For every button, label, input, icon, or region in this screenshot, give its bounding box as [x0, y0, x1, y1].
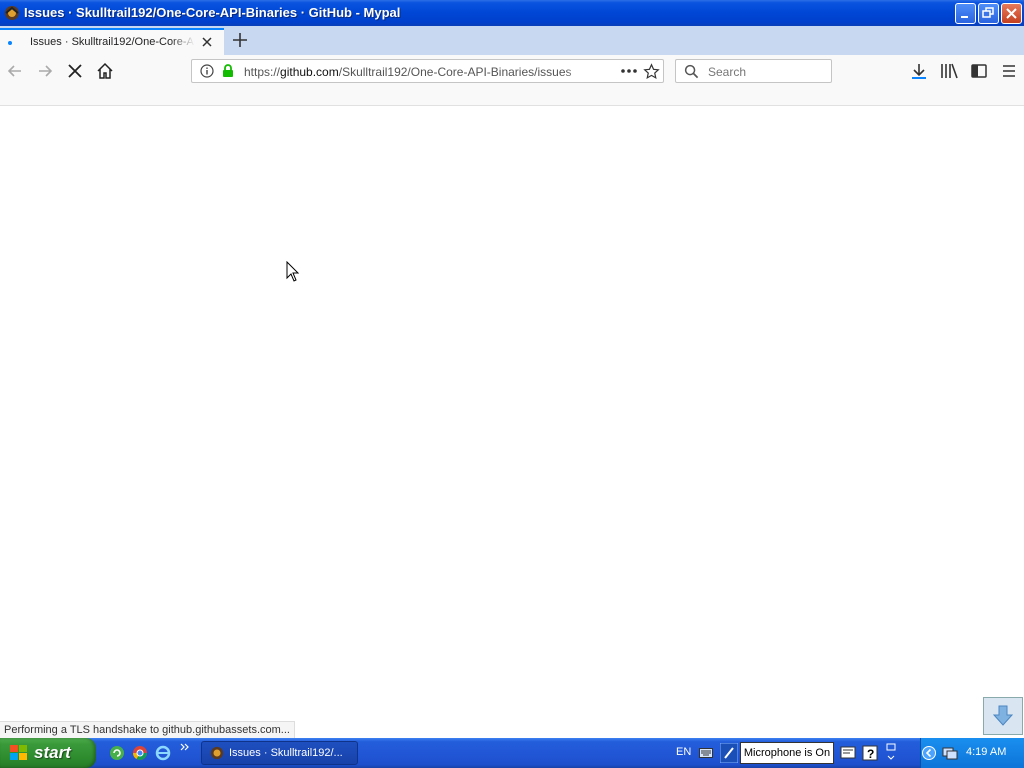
language-indicator[interactable]: EN [676, 746, 691, 758]
url-text[interactable]: https://github.com/Skulltrail192/One-Cor… [244, 65, 592, 79]
microphone-status-tooltip: Microphone is On [740, 742, 834, 764]
help-icon[interactable]: ? [862, 745, 878, 761]
minimize-button[interactable] [955, 3, 976, 24]
svg-text:?: ? [867, 747, 874, 761]
window-title: Issues · Skulltrail192/One-Core-API-Bina… [24, 5, 401, 20]
window-titlebar[interactable]: Issues · Skulltrail192/One-Core-API-Bina… [0, 0, 1024, 26]
taskbar-window-label: Issues · Skulltrail192/... [229, 747, 343, 759]
close-icon [1006, 8, 1017, 19]
url-prefix: https:// [244, 65, 281, 79]
url-path: /Skulltrail192/One-Core-API-Binaries/iss… [338, 65, 572, 79]
keyboard-icon[interactable] [699, 747, 713, 759]
chevron-more-icon[interactable] [180, 742, 190, 752]
menu-icon[interactable] [999, 61, 1019, 81]
stop-icon[interactable] [65, 61, 85, 81]
network-icon[interactable] [942, 745, 958, 761]
status-bar: Performing a TLS handshake to github.git… [0, 721, 295, 739]
arrow-down-icon [992, 705, 1014, 726]
close-window-button[interactable] [1001, 3, 1022, 24]
home-icon[interactable] [95, 61, 115, 81]
page-content[interactable] [0, 106, 1024, 738]
page-actions-icon[interactable] [620, 65, 638, 77]
lock-icon[interactable] [221, 64, 235, 78]
sidebar-icon[interactable] [969, 61, 989, 81]
url-host: github.com [280, 65, 339, 79]
start-button[interactable]: start [0, 738, 96, 768]
back-icon[interactable] [5, 61, 25, 81]
mouse-cursor-icon [286, 261, 300, 282]
bookmark-star-icon[interactable] [643, 63, 660, 80]
clock[interactable]: 4:19 AM [966, 746, 1006, 758]
tab-close-icon[interactable] [200, 35, 214, 49]
mypal-app-icon [210, 746, 224, 760]
url-bar[interactable]: https://github.com/Skulltrail192/One-Cor… [191, 59, 664, 83]
search-icon [684, 64, 699, 79]
language-bar-options-icon[interactable] [884, 742, 898, 762]
forward-icon[interactable] [35, 61, 55, 81]
internet-explorer-icon[interactable] [155, 745, 171, 761]
mypal-app-icon [5, 6, 19, 20]
start-label: start [34, 743, 71, 762]
quicklaunch-refresh-icon[interactable] [109, 745, 125, 761]
speech-tools-icon[interactable] [840, 745, 856, 761]
loading-indicator-icon [8, 41, 12, 45]
taskbar-window-button[interactable]: Issues · Skulltrail192/... [201, 741, 358, 765]
info-icon[interactable] [200, 64, 214, 78]
windows-logo-icon [10, 745, 27, 760]
restore-button[interactable] [978, 3, 999, 24]
library-icon[interactable] [939, 61, 959, 81]
chrome-icon[interactable] [132, 745, 148, 761]
microphone-icon[interactable] [720, 743, 738, 763]
tab-title: Issues · Skulltrail192/One-Core-API-Bina… [30, 36, 195, 48]
download-icon[interactable] [909, 61, 929, 81]
search-bar[interactable] [675, 59, 832, 83]
restore-icon [982, 7, 994, 18]
notification-download-icon[interactable] [983, 697, 1023, 735]
tab-github-issues[interactable]: Issues · Skulltrail192/One-Core-API-Bina… [0, 28, 224, 55]
chevron-left-icon[interactable] [922, 746, 936, 760]
search-input[interactable] [706, 63, 830, 81]
new-tab-icon[interactable] [231, 31, 249, 49]
minimize-icon [961, 16, 968, 18]
